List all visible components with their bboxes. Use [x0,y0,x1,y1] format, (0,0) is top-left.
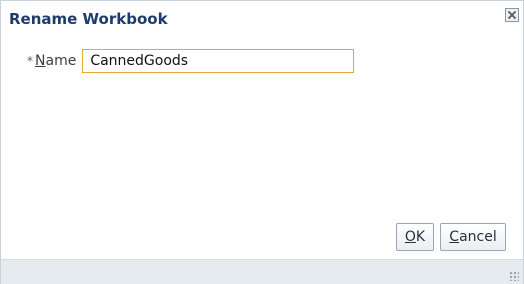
name-label: Name [35,53,76,69]
cancel-mnemonic: C [449,229,460,245]
dialog-footer [1,259,523,284]
ok-button[interactable]: OK [396,223,434,251]
rename-workbook-dialog: Rename Workbook * Name OK Cancel [0,0,524,284]
dialog-title: Rename Workbook [9,10,168,28]
resize-grip-icon[interactable] [509,271,519,281]
cancel-rest: ancel [459,229,497,245]
name-label-rest: ame [45,53,77,69]
close-icon[interactable] [505,8,519,22]
cancel-button[interactable]: Cancel [440,223,506,251]
ok-mnemonic: O [404,229,416,245]
required-marker: * [27,54,33,68]
ok-rest: K [415,229,426,245]
name-field-row: * Name [27,49,355,73]
name-input[interactable] [82,49,355,73]
name-label-mnemonic: N [35,53,46,69]
